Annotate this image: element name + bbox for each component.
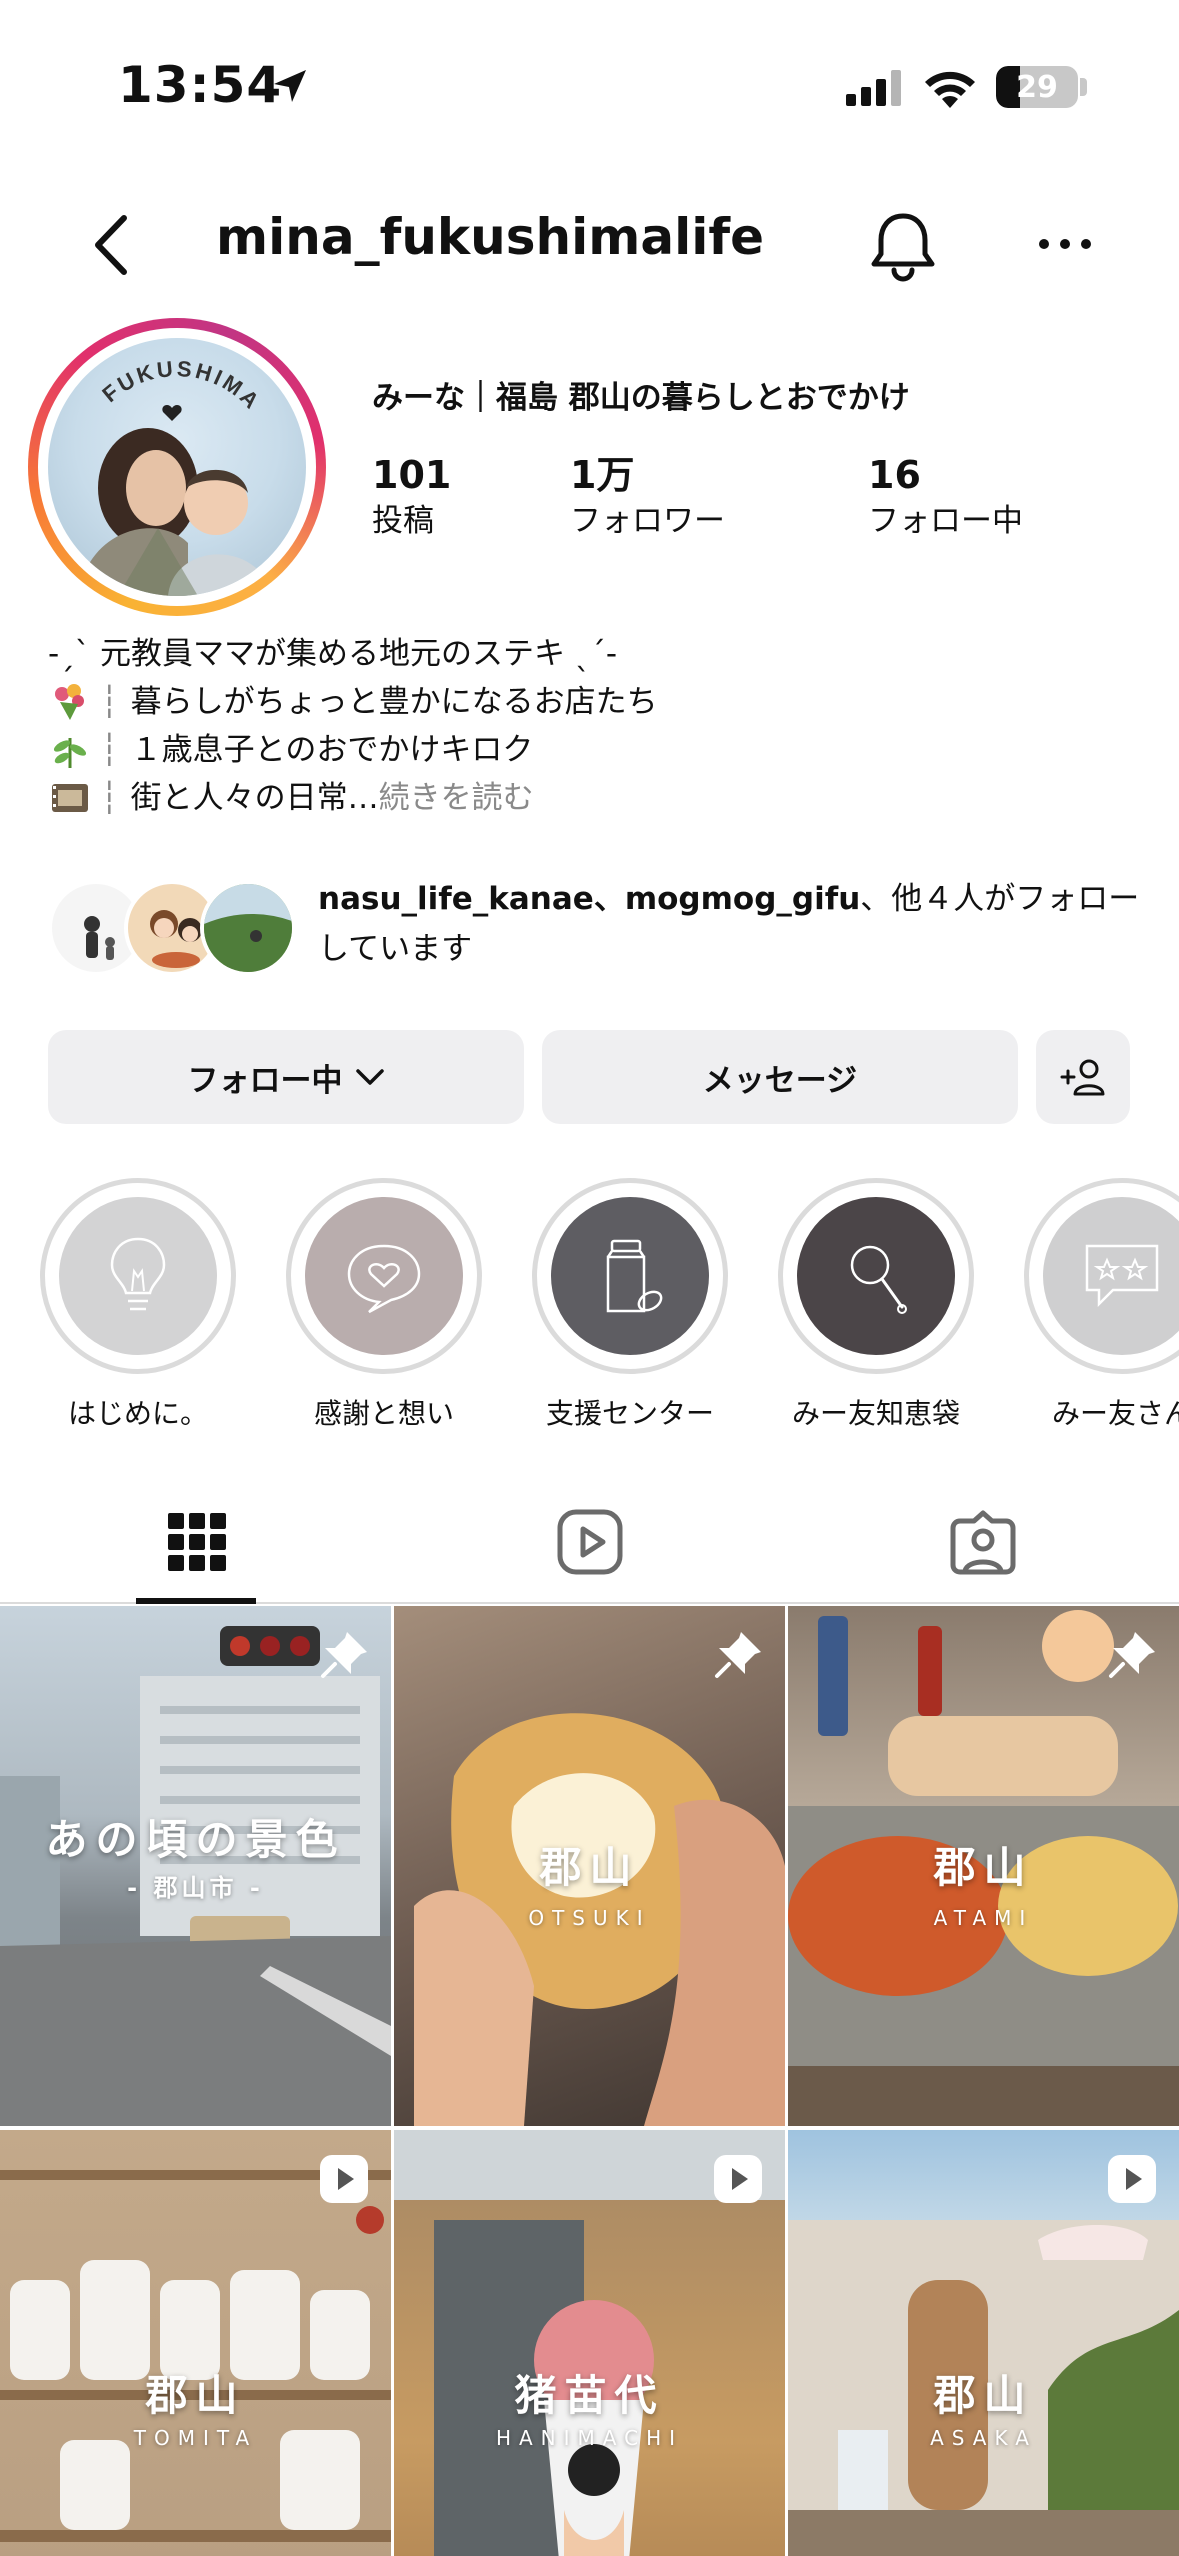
pin-icon <box>1109 1632 1155 1678</box>
post-title: 郡山 <box>539 1843 640 1892</box>
highlight-mii-tomo[interactable]: みー友さん <box>1024 1178 1179 1432</box>
more-options-icon[interactable] <box>1036 224 1094 264</box>
heart-bubble-icon <box>347 1244 421 1314</box>
following-button-label: フォロー中 <box>187 1062 343 1099</box>
profile-avatar[interactable]: FUKUSHIMA <box>28 318 326 616</box>
post-tile[interactable]: 郡山 OTSUKI <box>394 1606 785 2126</box>
post-subtitle: OTSUKI <box>528 1906 651 1930</box>
following-button[interactable]: フォロー中 <box>48 1030 524 1124</box>
reel-icon <box>1108 2155 1156 2203</box>
posts-grid: あの頃の景色 - 郡山市 - 郡山 OTSUKI 郡山 ATAMI 郡山 TOM… <box>0 1606 1179 2556</box>
post-subtitle: TOMITA <box>133 2426 258 2450</box>
post-title: 郡山 <box>145 2371 246 2420</box>
stat-following[interactable]: 16 フォロー中 <box>868 452 1023 544</box>
baby-bottle-icon <box>606 1239 663 1313</box>
stat-following-label: フォロー中 <box>868 503 1023 539</box>
profile-tab-bar <box>0 1480 1179 1604</box>
highlight-kansha[interactable]: 感謝と想い <box>286 1178 482 1432</box>
tab-reels[interactable] <box>393 1480 786 1604</box>
pin-icon <box>321 1632 367 1678</box>
herb-icon <box>48 730 92 770</box>
post-subtitle: ASAKA <box>930 2426 1037 2450</box>
signal-icon <box>846 70 901 106</box>
status-time: 13:54 <box>118 56 283 114</box>
bio-line-2: 暮らしがちょっと豊かになるお店たち <box>130 684 658 720</box>
highlight-label: みー友知恵袋 <box>791 1397 960 1430</box>
reels-icon <box>557 1509 622 1575</box>
highlight-chiebukuro[interactable]: みー友知恵袋 <box>778 1178 974 1432</box>
lightbulb-icon <box>110 1237 166 1311</box>
highlight-label: 感謝と想い <box>313 1397 454 1430</box>
grid-icon <box>167 1513 226 1571</box>
bio-line-3: １歳息子とのおでかけキロク <box>130 732 534 768</box>
reel-icon <box>714 2155 762 2203</box>
svg-text:FUKUSHIMA: FUKUSHIMA <box>97 356 266 415</box>
bio-line-1: -ˏˋ 元教員ママが集める地元のステキ ˎˊ- <box>48 636 618 672</box>
wifi-icon <box>925 71 975 108</box>
profile-bio: -ˏˋ 元教員ママが集める地元のステキ ˎˊ- ┆ 暮らしがちょっと豊かになるお… <box>48 630 658 822</box>
profile-display-name: みーな｜福島 郡山の暮らしとおでかけ <box>372 380 910 416</box>
suggest-people-button[interactable] <box>1036 1030 1130 1124</box>
add-person-icon <box>1060 1059 1105 1096</box>
star-bubble-icon <box>1085 1244 1159 1308</box>
stat-posts-value: 101 <box>372 453 452 497</box>
pin-icon <box>715 1632 761 1678</box>
highlight-shien-center[interactable]: 支援センター <box>532 1178 728 1432</box>
back-icon[interactable] <box>86 210 138 280</box>
status-bar: 13:54 29 <box>0 0 1179 170</box>
post-subtitle: ATAMI <box>933 1906 1034 1930</box>
mutual-avatar-3 <box>200 880 296 976</box>
stat-followers-label: フォロワー <box>570 503 725 539</box>
chevron-down-icon <box>355 1069 384 1085</box>
highlight-label: はじめに。 <box>67 1397 208 1430</box>
profile-username: mina_fukushimalife <box>216 208 765 266</box>
stat-followers-value: 1万 <box>570 453 635 497</box>
post-title: 郡山 <box>933 2371 1034 2420</box>
location-arrow-icon <box>274 70 306 102</box>
stat-posts[interactable]: 101 投稿 <box>372 452 451 544</box>
tab-tagged[interactable] <box>786 1480 1179 1604</box>
post-title: 猪苗代 <box>514 2371 665 2420</box>
battery-icon: 29 <box>996 66 1078 108</box>
film-icon <box>48 778 92 818</box>
post-subtitle: - 郡山市 - <box>127 1874 264 1902</box>
avatar-photo: FUKUSHIMA <box>48 338 306 596</box>
mutual-followers-avatars[interactable] <box>48 872 298 982</box>
post-tile[interactable]: 郡山 ATAMI <box>788 1606 1179 2126</box>
mutual-followers-names: nasu_life_kanae、mogmog_gifu <box>318 881 861 917</box>
magnifier-icon <box>850 1245 907 1314</box>
post-title: 郡山 <box>933 1843 1034 1892</box>
highlight-hajimeni[interactable]: はじめに。 <box>40 1178 236 1432</box>
message-button-label: メッセージ <box>702 1062 858 1099</box>
avatar-arc-text: FUKUSHIMA <box>97 356 263 415</box>
reel-icon <box>320 2155 368 2203</box>
stat-followers[interactable]: 1万 フォロワー <box>570 452 725 544</box>
tab-posts-grid[interactable] <box>0 1480 393 1604</box>
stat-posts-label: 投稿 <box>372 503 434 539</box>
post-tile[interactable]: 郡山 TOMITA <box>0 2130 391 2556</box>
post-tile[interactable]: あの頃の景色 - 郡山市 - <box>0 1606 391 2126</box>
post-tile[interactable]: 猪苗代 HANIMACHI <box>394 2130 785 2556</box>
bouquet-icon <box>48 682 92 722</box>
post-subtitle: HANIMACHI <box>495 2426 684 2450</box>
bell-icon[interactable] <box>868 208 938 284</box>
message-button[interactable]: メッセージ <box>542 1030 1018 1124</box>
highlight-label: 支援センター <box>545 1397 714 1430</box>
highlight-label: みー友さん <box>1051 1397 1179 1430</box>
post-tile[interactable]: 郡山 ASAKA <box>788 2130 1179 2556</box>
active-tab-indicator <box>136 1598 256 1604</box>
tagged-icon <box>950 1510 1015 1575</box>
post-title: あの頃の景色 <box>45 1815 346 1864</box>
stat-following-value: 16 <box>868 453 921 497</box>
read-more-link[interactable]: 続きを読む <box>379 774 534 822</box>
mutual-followers-text[interactable]: nasu_life_kanae、mogmog_gifu、他４人がフォローしていま… <box>318 874 1148 974</box>
bio-line-4: 街と人々の日常… <box>130 780 379 816</box>
battery-level: 29 <box>1016 70 1058 105</box>
